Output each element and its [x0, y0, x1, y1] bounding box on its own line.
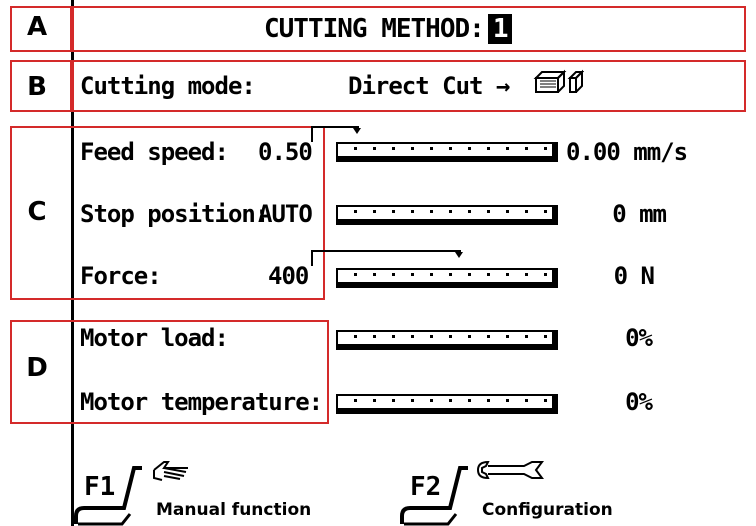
f1-function-label: Manual function [156, 500, 312, 520]
section-label-b: B [27, 72, 47, 102]
wrench-icon [476, 460, 544, 480]
motor-temperature-bar [336, 394, 558, 414]
motor-load-label: Motor load: [80, 324, 229, 352]
feed-speed-setpoint-arrow [353, 128, 361, 134]
feed-speed-setpoint-marker [311, 126, 359, 142]
motor-temperature-label: Motor temperature: [80, 388, 323, 416]
cutting-method-title: CUTTING METHOD: [264, 14, 485, 44]
force-reading: 0 N [613, 262, 655, 290]
motor-load-bar [336, 330, 558, 350]
feed-speed-label: Feed speed: [80, 138, 229, 166]
feed-speed-bar [336, 142, 558, 162]
page-title: CUTTING METHOD: 1 [264, 14, 513, 44]
cutting-method-number[interactable]: 1 [487, 14, 513, 44]
motor-load-reading: 0% [625, 324, 653, 352]
force-bar [336, 268, 558, 288]
f2-function-label: Configuration [482, 500, 613, 520]
force-value[interactable]: 400 [268, 262, 309, 290]
feed-speed-reading: 0.00 mm/s [566, 138, 688, 166]
feed-speed-value[interactable]: 0.50 [258, 138, 313, 166]
stop-position-reading: 0 mm [612, 200, 667, 228]
motor-temperature-reading: 0% [625, 388, 653, 416]
section-label-d: D [26, 353, 48, 383]
cutting-blocks-icon [533, 69, 584, 93]
cutting-mode-label: Cutting mode: [80, 72, 256, 100]
cutting-mode-value[interactable]: Direct Cut → [348, 72, 510, 100]
section-label-a: A [26, 12, 48, 42]
force-setpoint-marker [311, 250, 461, 266]
stop-position-value[interactable]: AUTO [258, 200, 313, 228]
force-label: Force: [80, 262, 162, 290]
section-label-c: C [27, 197, 47, 227]
stop-position-label: Stop position: [80, 200, 269, 228]
force-setpoint-arrow [455, 252, 463, 258]
hand-pointing-icon [153, 461, 188, 481]
stop-position-bar [336, 205, 558, 225]
